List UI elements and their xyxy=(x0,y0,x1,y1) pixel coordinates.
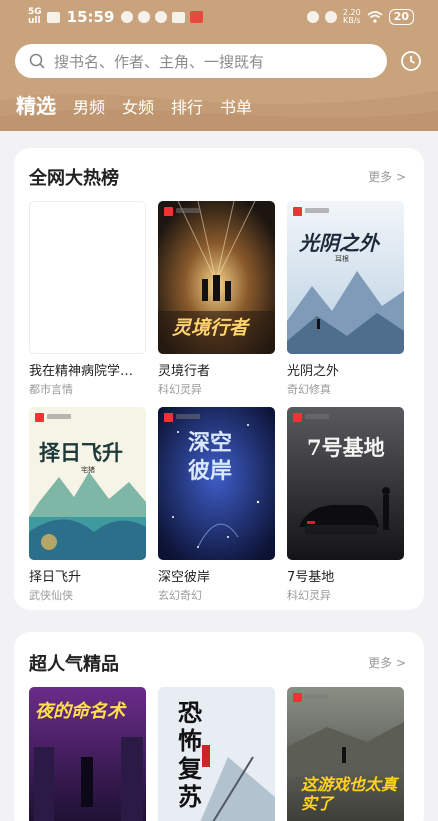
book-genre: 科幻灵异 xyxy=(158,383,202,396)
app-notification-icon xyxy=(121,11,134,23)
cover-title: 恐怖复苏 xyxy=(178,698,202,811)
publisher-mark xyxy=(47,414,71,419)
history-clock-icon[interactable] xyxy=(400,50,422,72)
book-name: 择日飞升 xyxy=(29,570,82,585)
book-item[interactable]: 夜的命名术 xyxy=(29,687,146,821)
tab-male[interactable]: 男频 xyxy=(73,94,105,118)
book-name: 灵境行者 xyxy=(158,364,211,379)
category-tabs: 精选 男频 女频 排行 书单 xyxy=(16,90,252,119)
book-item[interactable]: 我在精神病院学… 都市言情 xyxy=(29,201,146,397)
book-item[interactable]: 7号基地 7号基地 科幻灵异 xyxy=(287,407,404,603)
network-speed: 2.20 KB/s xyxy=(343,9,361,25)
cover-art xyxy=(29,407,146,560)
book-item[interactable]: 深空彼岸 深空彼岸 玄幻奇幻 xyxy=(158,407,275,603)
red-app-notification-icon xyxy=(190,11,204,23)
book-cover[interactable]: 光阴之外 耳根 xyxy=(287,201,404,354)
book-cover[interactable]: 这游戏也太真实了 xyxy=(287,687,404,821)
status-bar: 5G ull 15:59 2.20 KB/s 20 xyxy=(0,0,438,34)
search-input[interactable]: 搜书名、作者、主角、一搜既有 xyxy=(15,44,387,78)
cover-art xyxy=(287,201,404,354)
book-cover[interactable]: 恐怖复苏 xyxy=(158,687,275,821)
publisher-logo xyxy=(164,207,173,216)
cover-title: 灵境行者 xyxy=(172,317,249,339)
more-link[interactable]: 更多 > xyxy=(368,654,406,671)
hot-ranking-card: 全网大热榜 更多 > 我在精神病院学… 都市言情 灵境行者 灵境行者 科幻灵异 … xyxy=(14,148,424,610)
book-genre: 科幻灵异 xyxy=(287,589,331,602)
tab-female[interactable]: 女频 xyxy=(122,94,154,118)
publisher-mark xyxy=(176,414,200,419)
publisher-mark xyxy=(305,694,329,699)
gallery-notification-icon xyxy=(172,11,186,23)
popular-picks-card: 超人气精品 更多 > 夜的命名术 恐怖复苏 这游戏也太真实了 xyxy=(14,632,424,821)
cover-title: 光阴之外 xyxy=(299,231,379,255)
publisher-mark xyxy=(176,208,200,213)
book-name: 7号基地 xyxy=(287,570,335,585)
search-placeholder: 搜书名、作者、主角、一搜既有 xyxy=(54,52,265,71)
cover-art xyxy=(158,687,275,821)
book-name: 深空彼岸 xyxy=(158,570,211,585)
book-genre: 都市言情 xyxy=(29,383,73,396)
book-name: 光阴之外 xyxy=(287,364,340,379)
publisher-mark xyxy=(305,414,329,419)
wifi-icon xyxy=(367,11,383,23)
book-cover[interactable]: 夜的命名术 xyxy=(29,687,146,821)
book-cover[interactable]: 择日飞升 宅猪 xyxy=(29,407,146,560)
book-cover[interactable]: 深空彼岸 xyxy=(158,407,275,560)
book-item[interactable]: 择日飞升 宅猪 择日飞升 武侠仙侠 xyxy=(29,407,146,603)
book-cover[interactable]: 灵境行者 xyxy=(158,201,275,354)
publisher-logo xyxy=(35,413,44,422)
cover-art xyxy=(287,407,404,560)
cover-title: 深空彼岸 xyxy=(188,430,233,484)
mute-icon xyxy=(324,11,337,23)
alarm-icon xyxy=(306,11,319,23)
publisher-logo xyxy=(293,693,302,702)
publisher-logo xyxy=(293,413,302,422)
clock-time: 15:59 xyxy=(66,8,115,26)
book-genre: 武侠仙侠 xyxy=(29,589,73,602)
cover-title: 这游戏也太真实了 xyxy=(301,775,398,813)
speed-unit: KB/s xyxy=(342,16,361,25)
book-genre: 奇幻修真 xyxy=(287,383,331,396)
cover-title: 择日飞升 xyxy=(39,440,123,465)
more-link[interactable]: 更多 > xyxy=(368,168,406,185)
battery-level: 20 xyxy=(388,9,414,25)
tab-ranking[interactable]: 排行 xyxy=(171,94,203,118)
publisher-logo xyxy=(293,207,302,216)
book-cover[interactable]: 7号基地 xyxy=(287,407,404,560)
check-notification-icon xyxy=(138,11,151,23)
book-item[interactable]: 光阴之外 耳根 光阴之外 奇幻修真 xyxy=(287,201,404,397)
book-item[interactable]: 灵境行者 灵境行者 科幻灵异 xyxy=(158,201,275,397)
tab-booklist[interactable]: 书单 xyxy=(220,94,252,118)
cover-title: 7号基地 xyxy=(307,435,385,460)
cover-title: 夜的命名术 xyxy=(35,701,125,722)
section-title: 全网大热榜 xyxy=(29,168,119,189)
compass-notification-icon xyxy=(155,11,168,23)
book-name: 我在精神病院学… xyxy=(29,364,134,379)
book-cover[interactable] xyxy=(29,201,146,354)
search-icon xyxy=(29,53,45,69)
tab-featured[interactable]: 精选 xyxy=(16,90,56,119)
publisher-mark xyxy=(305,208,329,213)
book-item[interactable]: 恐怖复苏 xyxy=(158,687,275,821)
book-genre: 玄幻奇幻 xyxy=(158,589,202,602)
hd-icon xyxy=(46,11,60,23)
cover-author: 宅猪 xyxy=(81,466,95,474)
cover-author: 耳根 xyxy=(335,255,349,263)
book-item[interactable]: 这游戏也太真实了 xyxy=(287,687,404,821)
publisher-logo xyxy=(164,413,173,422)
section-title: 超人气精品 xyxy=(29,654,119,675)
signal-bars-icon: ull xyxy=(28,16,41,26)
network-indicator: 5G ull xyxy=(28,8,42,26)
